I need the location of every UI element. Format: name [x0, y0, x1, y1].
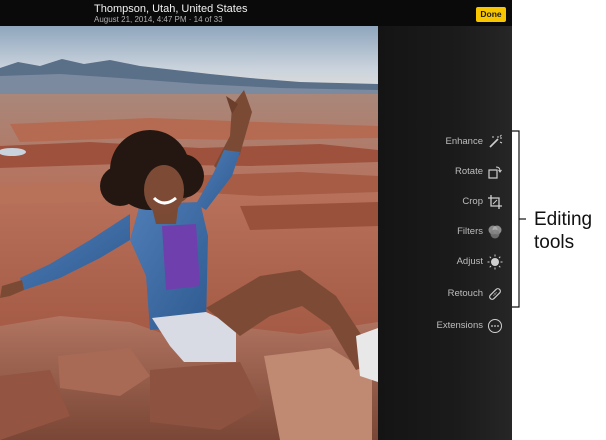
- tool-adjust[interactable]: Adjust: [378, 252, 512, 272]
- callout-line-2: tools: [534, 232, 575, 253]
- ipad-screen: Thompson, Utah, United States August 21,…: [0, 0, 512, 440]
- more-ellipsis-icon: [487, 318, 503, 334]
- tool-filters-label: Filters: [457, 226, 483, 237]
- magic-wand-icon: [487, 134, 503, 150]
- editing-tools-panel: Enhance Rotate Crop Filters Adjust Retou…: [378, 26, 512, 440]
- photo-image: [0, 26, 378, 440]
- tool-rotate[interactable]: Rotate: [378, 162, 512, 182]
- tool-rotate-label: Rotate: [455, 166, 483, 177]
- crop-icon: [487, 194, 503, 210]
- top-bar: Thompson, Utah, United States August 21,…: [0, 0, 512, 26]
- rotate-icon: [487, 164, 503, 180]
- callout-bracket: [512, 130, 526, 308]
- tool-adjust-label: Adjust: [456, 256, 483, 267]
- bandage-icon: [487, 286, 503, 302]
- photo-canvas[interactable]: [0, 26, 378, 440]
- editing-tools-callout: Editing tools: [534, 208, 592, 254]
- tool-filters[interactable]: Filters: [378, 222, 512, 242]
- tool-extensions[interactable]: Extensions: [378, 316, 512, 336]
- tool-enhance[interactable]: Enhance: [378, 132, 512, 152]
- tool-enhance-label: Enhance: [445, 136, 483, 147]
- tool-retouch[interactable]: Retouch: [378, 284, 512, 304]
- photo-location-title: Thompson, Utah, United States: [94, 3, 248, 15]
- done-button[interactable]: Done: [476, 7, 506, 22]
- adjust-dial-icon: [487, 254, 503, 270]
- tool-retouch-label: Retouch: [447, 288, 483, 299]
- photo-date-subtitle: August 21, 2014, 4:47 PM · 14 of 33: [94, 15, 223, 24]
- tool-extensions-label: Extensions: [436, 320, 483, 331]
- tool-crop-label: Crop: [462, 196, 483, 207]
- tool-crop[interactable]: Crop: [378, 192, 512, 212]
- callout-line-1: Editing: [534, 209, 593, 230]
- filters-icon: [487, 224, 503, 240]
